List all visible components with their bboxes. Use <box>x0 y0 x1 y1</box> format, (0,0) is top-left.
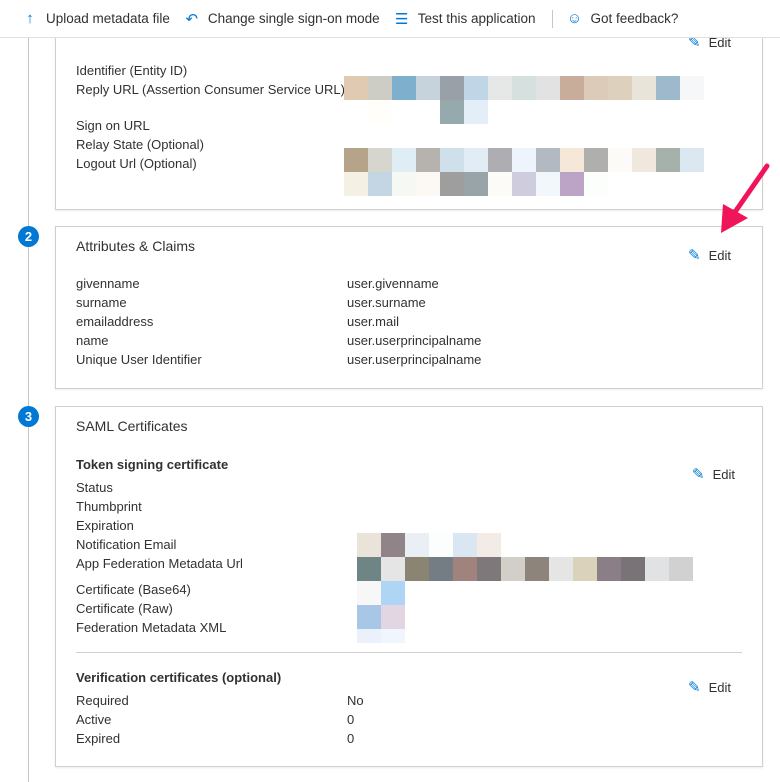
annotation-arrow <box>721 163 770 233</box>
arrow-shaft <box>732 163 770 215</box>
